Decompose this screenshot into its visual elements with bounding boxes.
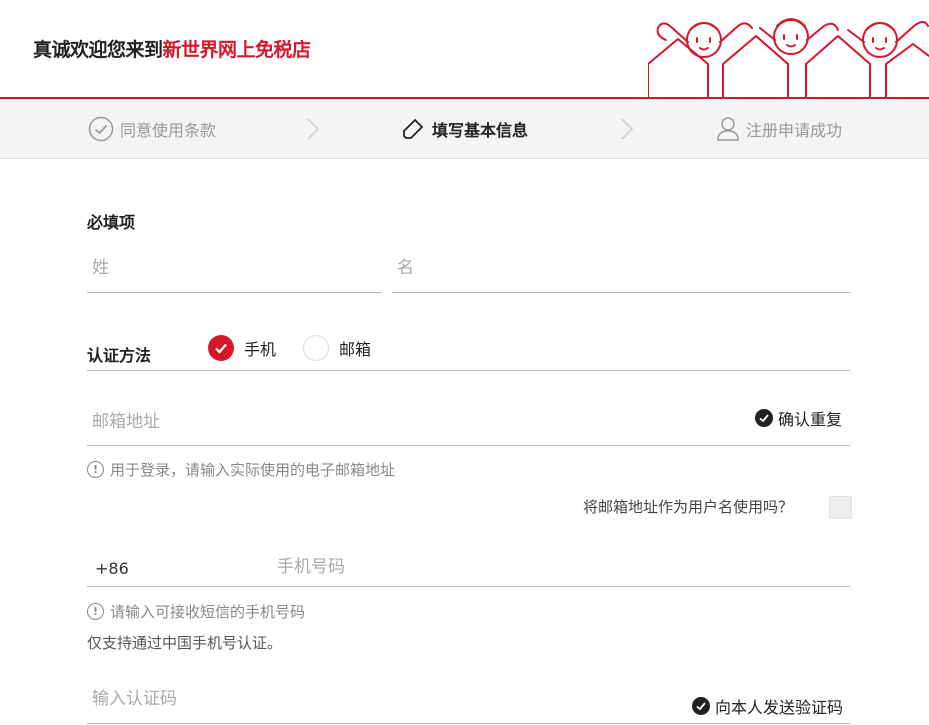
phone-hint-text: 请输入可接收短信的手机号码	[110, 603, 306, 621]
step-registration-complete: 注册申请成功	[716, 99, 842, 158]
auth-method-label: 认证方法	[87, 346, 152, 365]
email-as-username-checkbox[interactable]	[829, 496, 852, 519]
country-code[interactable]: +86	[95, 559, 129, 578]
phone-note: 仅支持通过中国手机号认证。	[87, 634, 283, 652]
first-name-field[interactable]: 名	[392, 245, 850, 293]
info-icon: !	[87, 461, 104, 478]
step-label: 注册申请成功	[746, 120, 843, 140]
last-name-placeholder: 姓	[92, 258, 109, 278]
auth-option-label: 邮箱	[339, 340, 372, 359]
radio-checked-icon	[208, 335, 234, 361]
mascot-illustration	[648, 18, 929, 99]
info-icon: !	[87, 603, 104, 620]
signup-steps: 同意使用条款 填写基本信息 注册申请成功	[0, 99, 929, 159]
step-label: 填写基本信息	[432, 120, 529, 140]
email-confirm-button[interactable]: 确认重复	[755, 406, 842, 430]
user-icon	[717, 116, 739, 141]
chevron-right-icon	[621, 118, 634, 140]
phone-hint: ! 请输入可接收短信的手机号码	[87, 601, 305, 622]
last-name-field[interactable]: 姓	[87, 245, 382, 293]
welcome-prefix: 真诚欢迎您来到	[33, 39, 163, 61]
email-as-username-question: 将邮箱地址作为用户名使用吗？	[583, 498, 794, 516]
required-section-title: 必填项	[87, 213, 136, 232]
check-circle-icon	[88, 116, 114, 141]
check-circle-filled-icon	[692, 697, 710, 715]
check-circle-filled-icon	[755, 409, 773, 427]
email-placeholder: 邮箱地址	[92, 412, 160, 432]
radio-unchecked-icon	[303, 335, 329, 361]
phone-placeholder: 手机号码	[277, 557, 345, 577]
email-confirm-label: 确认重复	[778, 410, 843, 429]
step-agree-terms: 同意使用条款	[88, 99, 216, 158]
pencil-icon	[403, 118, 423, 139]
code-placeholder: 输入认证码	[92, 689, 177, 709]
brand-name: 新世界网上免税店	[162, 39, 312, 61]
chevron-right-icon	[307, 118, 320, 140]
email-hint-text: 用于登录，请输入实际使用的电子邮箱地址	[110, 461, 396, 479]
page-header: 真诚欢迎您来到新世界网上免税店	[0, 0, 929, 99]
auth-method-row	[87, 325, 850, 371]
step-basic-info: 填写基本信息	[400, 99, 528, 158]
email-field[interactable]: 邮箱地址	[87, 395, 850, 446]
auth-option-label: 手机	[244, 340, 277, 359]
auth-option-phone[interactable]: 手机	[208, 335, 276, 361]
auth-option-email[interactable]: 邮箱	[303, 335, 371, 361]
send-code-button[interactable]: 向本人发送验证码	[692, 694, 843, 718]
email-hint: ! 用于登录，请输入实际使用的电子邮箱地址	[87, 459, 395, 480]
phone-field[interactable]: +86 手机号码	[87, 540, 850, 587]
welcome-text: 真诚欢迎您来到新世界网上免税店	[33, 35, 311, 62]
step-label: 同意使用条款	[120, 120, 217, 140]
first-name-placeholder: 名	[397, 258, 414, 278]
send-code-label: 向本人发送验证码	[715, 698, 844, 717]
